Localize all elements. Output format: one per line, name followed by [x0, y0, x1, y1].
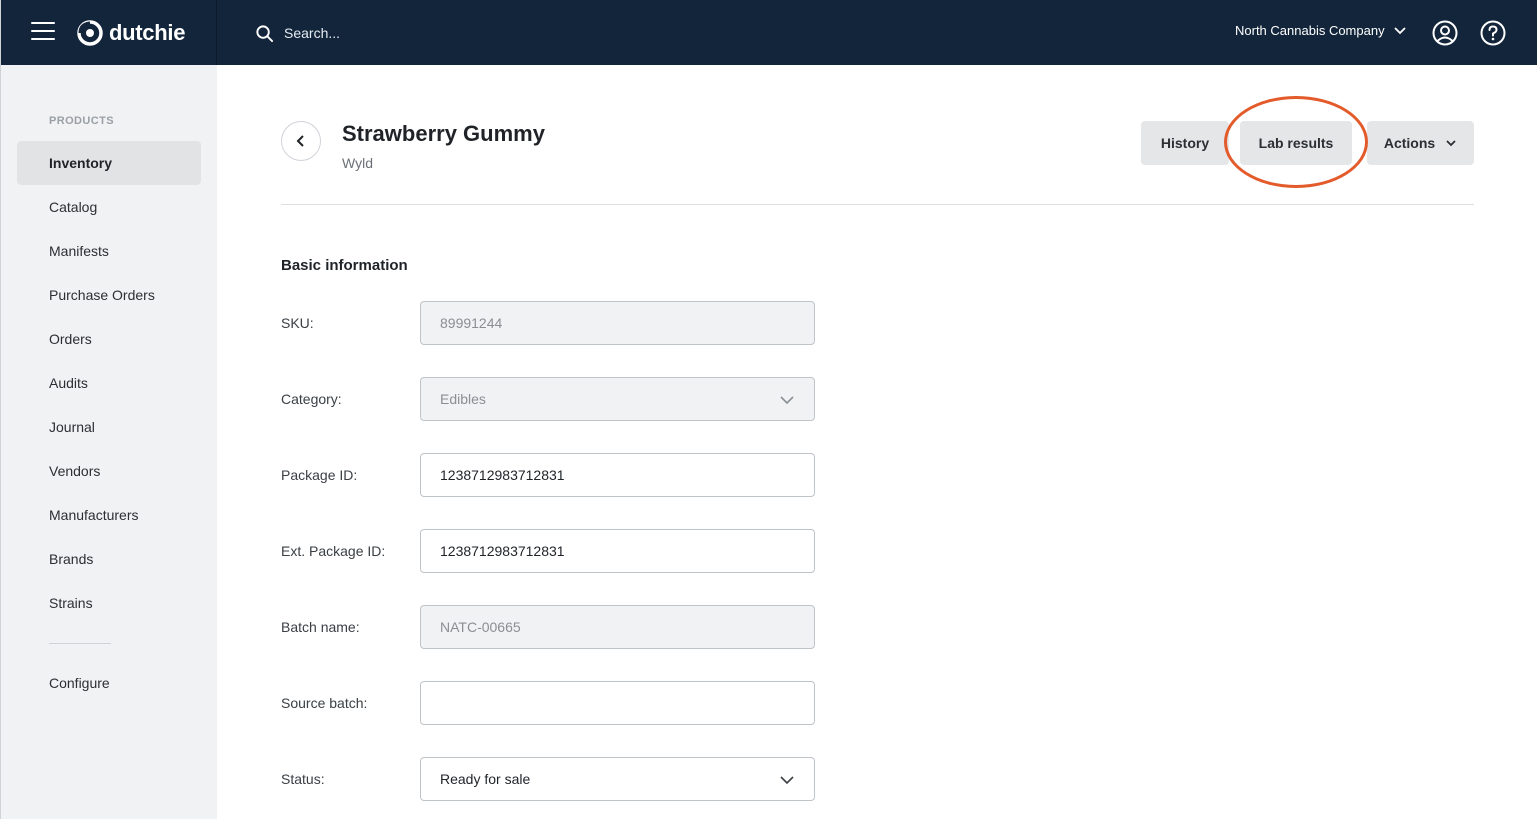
logo[interactable]: dutchie — [77, 18, 185, 48]
category-value: Edibles — [440, 391, 486, 407]
search-input[interactable]: Search... — [255, 20, 340, 46]
chevron-left-icon — [296, 135, 304, 147]
actions-label: Actions — [1383, 135, 1436, 151]
sidebar-divider — [49, 643, 111, 644]
sidebar-item-strains[interactable]: Strains — [17, 581, 201, 625]
help-icon[interactable] — [1480, 20, 1506, 46]
package-id-label: Package ID: — [281, 467, 358, 483]
main-content: Strawberry Gummy Wyld History Lab result… — [217, 65, 1537, 819]
sidebar-item-purchase-orders[interactable]: Purchase Orders — [17, 273, 201, 317]
sidebar-item-journal[interactable]: Journal — [17, 405, 201, 449]
topbar-divider — [216, 0, 217, 65]
search-placeholder: Search... — [284, 25, 341, 41]
highlight-annotation — [1224, 96, 1368, 188]
sidebar: PRODUCTS Inventory Catalog Manifests Pur… — [1, 65, 217, 819]
back-button[interactable] — [281, 121, 321, 161]
chevron-down-icon — [780, 396, 794, 405]
sku-field: 89991244 — [420, 301, 815, 345]
status-select[interactable]: Ready for sale — [420, 757, 815, 801]
user-account-icon[interactable] — [1432, 20, 1458, 46]
sidebar-item-audits[interactable]: Audits — [17, 361, 201, 405]
app-window: dutchie Search... North Cannabis Company — [0, 0, 1537, 819]
chevron-down-icon — [780, 776, 794, 785]
source-batch-label: Source batch: — [281, 695, 368, 711]
history-button[interactable]: History — [1141, 121, 1229, 165]
top-bar: dutchie Search... North Cannabis Company — [1, 0, 1537, 65]
page-title: Strawberry Gummy — [342, 121, 545, 146]
dutchie-logo-icon — [77, 20, 103, 46]
brand-name: dutchie — [109, 20, 186, 45]
category-select: Edibles — [420, 377, 815, 421]
header-divider — [281, 204, 1474, 205]
actions-button[interactable]: Actions — [1367, 121, 1474, 165]
chevron-down-icon — [1446, 140, 1456, 147]
sidebar-item-configure[interactable]: Configure — [17, 661, 201, 705]
sidebar-item-catalog[interactable]: Catalog — [17, 185, 201, 229]
status-value: Ready for sale — [440, 771, 531, 787]
source-batch-field[interactable] — [420, 681, 815, 725]
search-icon — [256, 24, 274, 42]
ext-package-id-field[interactable]: 1238712983712831 — [420, 529, 815, 573]
company-selector[interactable]: North Cannabis Company — [1235, 23, 1407, 38]
status-label: Status: — [281, 771, 325, 787]
sidebar-item-manufacturers[interactable]: Manufacturers — [17, 493, 201, 537]
batch-name-field: NATC-00665 — [420, 605, 815, 649]
section-title: Basic information — [281, 257, 408, 274]
sidebar-item-orders[interactable]: Orders — [17, 317, 201, 361]
category-label: Category: — [281, 391, 342, 407]
page-subtitle: Wyld — [342, 155, 373, 171]
batch-name-label: Batch name: — [281, 619, 360, 635]
sidebar-item-vendors[interactable]: Vendors — [17, 449, 201, 493]
sidebar-item-brands[interactable]: Brands — [17, 537, 201, 581]
sku-label: SKU: — [281, 315, 314, 331]
company-name: North Cannabis Company — [1235, 23, 1385, 38]
package-id-field[interactable]: 1238712983712831 — [420, 453, 815, 497]
chevron-down-icon — [1393, 26, 1406, 34]
sidebar-item-manifests[interactable]: Manifests — [17, 229, 201, 273]
menu-icon[interactable] — [31, 22, 55, 42]
sidebar-heading: PRODUCTS — [49, 115, 114, 127]
sidebar-item-inventory[interactable]: Inventory — [17, 141, 201, 185]
ext-package-id-label: Ext. Package ID: — [281, 543, 386, 559]
